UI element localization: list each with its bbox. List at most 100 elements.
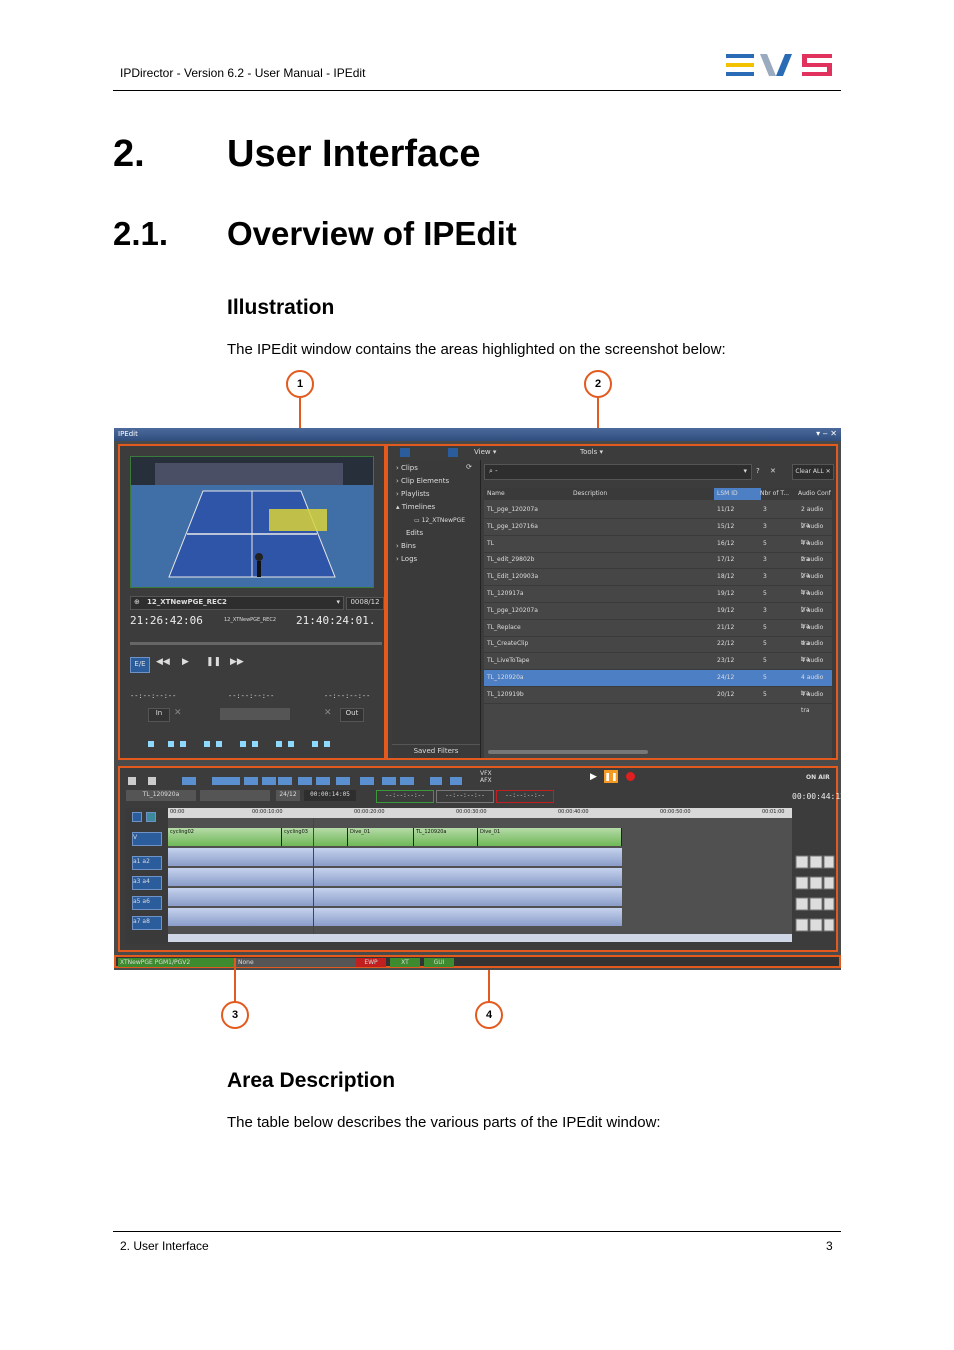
search-input[interactable]: ⌕ - ▾	[484, 464, 752, 480]
rewind-icon[interactable]: ◀◀	[156, 657, 170, 667]
footer-rule	[113, 1231, 841, 1232]
tc-out-field[interactable]: --:--:--:--	[496, 790, 554, 803]
timeline-ruler[interactable]: 00:00 00:00:10:00 00:00:20:00 00:00:30:0…	[168, 808, 792, 818]
table-row[interactable]: TL_pge_120716a 15/12 3 2 audio tra	[484, 519, 832, 546]
table-cell: 5	[763, 690, 767, 698]
table-row[interactable]: TL_LiveToTape23/1254 audio tra	[484, 653, 832, 680]
tools-menu[interactable]: Tools ▾	[580, 448, 603, 457]
table-row[interactable]: TL_Edit_120903a 18/12 3 2 audio tra	[484, 569, 832, 596]
audio-track-3[interactable]	[168, 888, 622, 906]
filter-icon[interactable]	[146, 812, 156, 822]
clip-selector[interactable]: ⊕ 12_XTNewPGE_REC2 ▾	[130, 596, 344, 610]
tree-item-timelines[interactable]: ▴ Timelines	[396, 503, 435, 512]
clip-dive01-b[interactable]: Dive_01	[478, 828, 622, 846]
tree-item-timeline-entry[interactable]: ▭ 12_XTNewPGE	[414, 516, 465, 525]
play-icon[interactable]: ▶	[182, 657, 189, 667]
track-headers: V a1 a2 a3 a4 a5 a6 a7 a8	[126, 808, 168, 944]
video-track-clips[interactable]: cycling02 cycling03 Dive_01 TL_120920a D…	[168, 828, 622, 846]
video-track-toggle[interactable]	[132, 812, 142, 822]
timeline-toolbar[interactable]	[126, 772, 486, 785]
table-row[interactable]: TL_edit_29802b 17/12 3 2 audio tra	[484, 552, 832, 579]
playhead[interactable]	[313, 818, 314, 934]
vfx-afx-label: VFX AFX	[480, 770, 492, 784]
clip-cycling02[interactable]: cycling02	[168, 828, 282, 846]
play-icon[interactable]: ▶	[590, 772, 597, 782]
col-lsm-id[interactable]: LSM ID	[714, 488, 761, 500]
audio-track-1[interactable]	[168, 848, 622, 866]
status-channel: XTNewPGE PGM1/PGV2	[118, 958, 234, 967]
panel-toggle-icon[interactable]	[448, 448, 458, 457]
record-icon[interactable]	[626, 772, 635, 781]
table-cell: 23/12	[717, 657, 735, 665]
section-title: Overview of IPEdit	[227, 215, 517, 252]
timeline-area: VFX AFX ▶ ❚❚ ON AIR TL_120920a 24/12 00:0…	[118, 766, 841, 952]
table-cell: 3	[763, 506, 767, 513]
refresh-icon[interactable]: ⟳	[466, 463, 472, 472]
track-a7a8[interactable]: a7 a8	[132, 916, 162, 930]
tree-item-edits[interactable]: Edits	[406, 529, 423, 538]
video-viewer	[130, 456, 374, 588]
tree-pane: › Clips ⟳ › Clip Elements › Playlists ▴ …	[392, 460, 481, 758]
mark-out-button[interactable]: Out	[340, 708, 364, 722]
clear-in-icon[interactable]: ✕	[174, 708, 182, 718]
clip-tl120920a[interactable]: TL_120920a	[414, 828, 478, 846]
table-row[interactable]: TL_pge_120207a 19/12 3 2 audio tra	[484, 603, 832, 630]
search-icon: ⌕ -	[489, 467, 498, 475]
edit-buttons[interactable]	[220, 708, 290, 720]
table-cell: TL_120920a	[487, 674, 524, 681]
table-cell: 18/12	[717, 573, 735, 581]
clear-out-icon[interactable]: ✕	[324, 708, 332, 718]
fast-forward-icon[interactable]: ▶▶	[230, 657, 244, 667]
clip-cycling03[interactable]: cycling03	[282, 828, 348, 846]
tree-item-clip-elements[interactable]: › Clip Elements	[396, 477, 449, 486]
tc-in-field[interactable]: --:--:--:--	[376, 790, 434, 803]
col-name[interactable]: Name	[487, 488, 505, 500]
track-v[interactable]: V	[132, 832, 162, 846]
mark-in-button[interactable]: In	[148, 708, 170, 722]
view-menu[interactable]: View ▾	[474, 448, 496, 457]
col-audio-conf[interactable]: Audio Conf	[798, 488, 831, 500]
tracks-canvas[interactable]: cycling02 cycling03 Dive_01 TL_120920a D…	[168, 818, 792, 934]
ee-button[interactable]: E/E	[130, 657, 150, 673]
jog-bar[interactable]	[130, 642, 382, 645]
tree-item-logs[interactable]: › Logs	[396, 555, 417, 564]
saved-filters[interactable]: Saved Filters	[392, 744, 480, 756]
audio-track-4[interactable]	[168, 908, 622, 926]
clear-all-button[interactable]: Clear ALL ✕	[792, 464, 834, 480]
timeline-description	[200, 790, 270, 801]
table-row[interactable]: TL_120919b 20/12 5 4 audio tra	[484, 687, 832, 714]
on-air-label[interactable]: ON AIR	[806, 773, 830, 782]
tree-item-bins[interactable]: › Bins	[396, 542, 416, 551]
close-icon[interactable]: ✕	[770, 467, 776, 476]
tree-item-clips[interactable]: › Clips	[396, 464, 418, 473]
table-row[interactable]: TL 16/12 5 4 audio tra	[484, 536, 832, 563]
chevron-down-icon[interactable]: ▾	[336, 598, 340, 607]
audio-track-checkboxes[interactable]	[148, 736, 344, 748]
table-row[interactable]: TL_pge_120207a 11/12 3 2 audio tra	[484, 502, 832, 529]
timeline-scrollbar[interactable]	[168, 934, 792, 942]
track-a3a4[interactable]: a3 a4	[132, 876, 162, 890]
browser-toolbar-icon[interactable]	[400, 448, 410, 457]
clip-dive01[interactable]: Dive_01	[348, 828, 414, 846]
table-row[interactable]: TL_120917a 19/12 5 4 audio tra	[484, 586, 832, 613]
track-a5a6[interactable]: a5 a6	[132, 896, 162, 910]
tree-item-playlists[interactable]: › Playlists	[396, 490, 430, 499]
table-row[interactable]: TL_Replace 21/12 5 4 audio tra	[484, 620, 832, 647]
search-dropdown-icon[interactable]: ▾	[743, 467, 747, 476]
audio-track-2[interactable]	[168, 868, 622, 886]
table-row[interactable]: TL_120920a 24/12 5 4 audio tra	[484, 670, 832, 697]
pause-icon[interactable]: ❚❚	[604, 770, 618, 783]
pause-icon[interactable]: ❚❚	[206, 657, 221, 667]
track-tools[interactable]	[794, 854, 836, 944]
col-nbr-tracks[interactable]: Nbr of T...	[760, 488, 789, 500]
horizontal-scrollbar[interactable]	[488, 750, 648, 754]
track-a1a2[interactable]: a1 a2	[132, 856, 162, 870]
tc-duration-field[interactable]: --:--:--:--	[436, 790, 494, 803]
status-xt: XT	[390, 958, 420, 967]
table-cell: TL_120917a	[487, 590, 524, 597]
help-icon[interactable]: ?	[756, 467, 760, 476]
window-controls-icon[interactable]: ▾ ‒ ✕	[816, 429, 837, 438]
table-cell: 5	[763, 674, 767, 681]
col-description[interactable]: Description	[573, 488, 607, 500]
table-row[interactable]: TL_CreateClip 22/12 5 4 audio tra	[484, 636, 832, 663]
